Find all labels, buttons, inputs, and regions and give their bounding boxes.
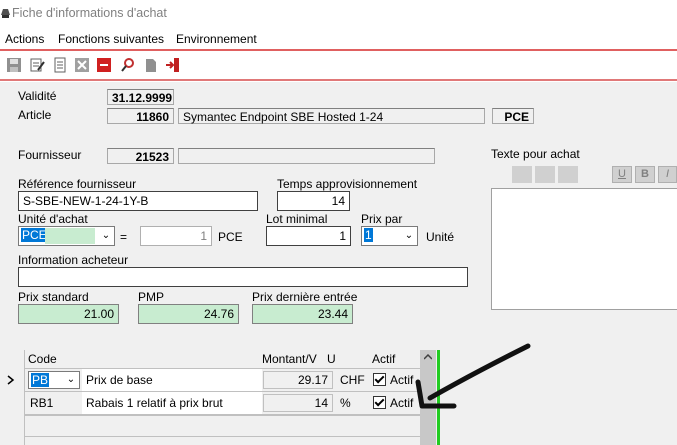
temps-appro-input[interactable]: 14 bbox=[277, 191, 350, 211]
checkbox-checked-icon[interactable] bbox=[373, 396, 386, 409]
chevron-down-icon[interactable]: ⌄ bbox=[401, 227, 417, 245]
row-description-cell: Rabais 1 relatif à prix brut bbox=[82, 392, 262, 414]
menu-divider bbox=[0, 49, 677, 51]
prix-derniere-value: 23.44 bbox=[252, 304, 353, 324]
save-icon[interactable] bbox=[6, 57, 22, 73]
pmp-value: 24.76 bbox=[138, 304, 239, 324]
article-unit: PCE bbox=[492, 108, 534, 124]
article-number: 11860 bbox=[107, 108, 174, 124]
grid-header: Code Montant/V U Actif bbox=[24, 350, 420, 369]
window-title: Fiche d'informations d'achat bbox=[12, 6, 167, 20]
prix-par-label: Prix par bbox=[361, 212, 403, 226]
article-label: Article bbox=[18, 108, 52, 122]
underline-button[interactable]: U bbox=[612, 166, 632, 183]
header-code: Code bbox=[28, 352, 57, 366]
search-icon[interactable] bbox=[120, 57, 136, 73]
conditions-grid: Code Montant/V U Actif PB ⌄ Prix de base… bbox=[0, 344, 677, 445]
ref-fournisseur-label: Référence fournisseur bbox=[18, 177, 137, 191]
row-montant[interactable]: 29.17 bbox=[263, 371, 333, 389]
delete-icon[interactable] bbox=[96, 57, 112, 73]
unite-achat-label: Unité d'achat bbox=[18, 212, 88, 226]
prix-derniere-label: Prix dernière entrée bbox=[252, 290, 358, 304]
prix-par-unit: Unité bbox=[426, 230, 455, 244]
text-tool-button-1[interactable] bbox=[512, 166, 532, 183]
italic-button[interactable]: I bbox=[658, 166, 677, 183]
toolbar-divider bbox=[0, 79, 677, 81]
row-unit: CHF bbox=[340, 373, 365, 387]
prix-par-select[interactable]: 1 ⌄ bbox=[361, 226, 418, 246]
cancel-icon[interactable] bbox=[74, 57, 90, 73]
unite-achat-highlight bbox=[45, 228, 95, 244]
menu-fonctions-suivantes[interactable]: Fonctions suivantes bbox=[58, 32, 164, 46]
texte-achat-editor[interactable] bbox=[491, 188, 677, 310]
menu-actions[interactable]: Actions bbox=[5, 32, 44, 46]
text-tool-button-2[interactable] bbox=[535, 166, 555, 183]
prix-par-value: 1 bbox=[364, 228, 373, 242]
table-row[interactable]: RB1 Rabais 1 relatif à prix brut 14 % Ac… bbox=[24, 392, 420, 415]
row-montant[interactable]: 14 bbox=[263, 394, 333, 412]
menu-bar: Actions Fonctions suivantes Environnemen… bbox=[0, 30, 677, 48]
equals-sign: = bbox=[120, 230, 128, 244]
article-name: Symantec Endpoint SBE Hosted 1-24 bbox=[178, 108, 485, 124]
prix-standard-label: Prix standard bbox=[18, 290, 89, 304]
pmp-label: PMP bbox=[138, 290, 165, 304]
validite-value: 31.12.9999 bbox=[107, 89, 174, 105]
unite-achat-select[interactable]: PCE ⌄ bbox=[18, 226, 115, 246]
blank-icon[interactable] bbox=[143, 57, 159, 73]
app-icon bbox=[1, 9, 10, 18]
row-actif-checkbox[interactable]: Actif bbox=[373, 396, 413, 410]
prix-standard-value: 21.00 bbox=[18, 304, 119, 324]
exit-icon[interactable] bbox=[165, 57, 181, 73]
row-divider bbox=[24, 415, 420, 416]
unite-achat-value: PCE bbox=[21, 228, 48, 242]
toolbar bbox=[0, 53, 677, 79]
chevron-down-icon[interactable]: ⌄ bbox=[63, 372, 79, 388]
header-actif: Actif bbox=[372, 352, 396, 366]
lot-minimal-input[interactable]: 1 bbox=[266, 226, 351, 246]
header-u: U bbox=[327, 352, 336, 366]
row-actif-checkbox[interactable]: Actif bbox=[373, 373, 413, 387]
chevron-down-icon[interactable]: ⌄ bbox=[98, 227, 114, 245]
row-divider bbox=[24, 436, 420, 437]
code-select[interactable]: PB ⌄ bbox=[28, 371, 80, 389]
menu-environnement[interactable]: Environnement bbox=[176, 32, 257, 46]
info-acheteur-input[interactable] bbox=[18, 267, 468, 287]
table-row[interactable]: PB ⌄ Prix de base 29.17 CHF Actif bbox=[24, 369, 420, 392]
form-area: Validité 31.12.9999 Article 11860 Symant… bbox=[0, 82, 677, 344]
row-header-column bbox=[0, 350, 25, 445]
row-description: Rabais 1 relatif à prix brut bbox=[86, 396, 223, 410]
fournisseur-number: 21523 bbox=[107, 148, 174, 164]
header-montant: Montant/V bbox=[262, 352, 317, 366]
validite-label: Validité bbox=[18, 89, 57, 103]
info-acheteur-label: Information acheteur bbox=[18, 253, 129, 267]
texte-achat-label: Texte pour achat bbox=[491, 147, 580, 161]
temps-appro-label: Temps approvisionnement bbox=[277, 177, 418, 191]
current-row-icon bbox=[7, 375, 15, 385]
fournisseur-label: Fournisseur bbox=[18, 148, 82, 162]
conversion-input[interactable]: 1 bbox=[140, 226, 212, 246]
text-tool-button-3[interactable] bbox=[558, 166, 578, 183]
row-code: PB bbox=[31, 373, 50, 387]
lot-minimal-label: Lot minimal bbox=[266, 212, 328, 226]
ref-fournisseur-input[interactable]: S-SBE-NEW-1-24-1Y-B bbox=[18, 191, 258, 211]
bold-button[interactable]: B bbox=[635, 166, 655, 183]
checkbox-checked-icon[interactable] bbox=[373, 373, 386, 386]
row-code: RB1 bbox=[30, 396, 54, 410]
title-bar: Fiche d'informations d'achat bbox=[0, 0, 677, 28]
row-description: Prix de base bbox=[86, 373, 153, 387]
annotation-arrow-icon bbox=[415, 343, 531, 409]
row-unit: % bbox=[340, 396, 351, 410]
edit-icon[interactable] bbox=[29, 57, 45, 73]
document-icon[interactable] bbox=[52, 57, 68, 73]
conversion-unit: PCE bbox=[218, 230, 243, 244]
fournisseur-name bbox=[178, 148, 435, 164]
row-description-cell: Prix de base bbox=[82, 369, 262, 391]
